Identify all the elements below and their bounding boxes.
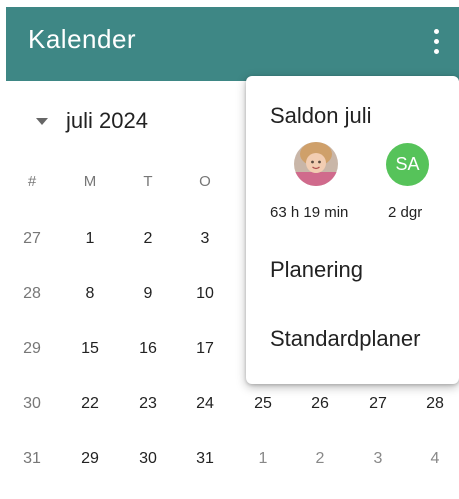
day-cell[interactable]: 23 bbox=[128, 395, 168, 413]
day-cell[interactable]: 2 bbox=[128, 230, 168, 248]
day-cell[interactable]: 22 bbox=[70, 395, 110, 413]
week-number: 30 bbox=[23, 395, 41, 412]
child-photo-icon bbox=[294, 142, 338, 186]
week-number: 31 bbox=[23, 450, 41, 467]
day-cell[interactable]: 25 bbox=[243, 395, 283, 413]
day-cell[interactable]: 27 bbox=[358, 395, 398, 413]
hours-balance: 63 h 19 min bbox=[270, 204, 349, 221]
day-cell[interactable]: 3 bbox=[185, 230, 225, 248]
day-cell[interactable]: 10 bbox=[185, 285, 225, 303]
more-vert-icon[interactable] bbox=[425, 25, 447, 59]
day-cell[interactable]: 15 bbox=[70, 340, 110, 358]
avatar[interactable]: SA bbox=[386, 143, 429, 186]
day-cell[interactable]: 8 bbox=[70, 285, 110, 303]
menu-item-standardplaner[interactable]: Standardplaner bbox=[270, 326, 420, 352]
day-cell-next-month[interactable]: 1 bbox=[243, 450, 283, 468]
weekday-header-wednesday: O bbox=[199, 173, 211, 190]
day-cell[interactable]: 17 bbox=[185, 340, 225, 358]
month-selector[interactable]: juli 2024 bbox=[36, 106, 148, 136]
app-bar: Kalender bbox=[6, 7, 459, 81]
month-label: juli 2024 bbox=[66, 108, 148, 133]
day-cell[interactable]: 29 bbox=[70, 450, 110, 468]
days-balance: 2 dgr bbox=[388, 204, 423, 221]
week-number: 27 bbox=[23, 230, 41, 247]
week-number: 28 bbox=[23, 285, 41, 302]
day-cell-next-month[interactable]: 4 bbox=[415, 450, 455, 468]
day-cell[interactable]: 28 bbox=[415, 395, 455, 413]
day-cell[interactable]: 31 bbox=[185, 450, 225, 468]
week-number: 29 bbox=[23, 340, 41, 357]
day-cell[interactable]: 30 bbox=[128, 450, 168, 468]
caret-down-icon[interactable] bbox=[36, 117, 48, 125]
app-title: Kalender bbox=[28, 24, 137, 54]
menu-item-planering[interactable]: Planering bbox=[270, 257, 363, 283]
overflow-menu-popup: Saldon juli SA 63 h 19 min 2 dgr Planeri… bbox=[246, 76, 459, 384]
day-cell[interactable]: 26 bbox=[300, 395, 340, 413]
day-cell[interactable]: 1 bbox=[70, 230, 110, 248]
day-cell-next-month[interactable]: 2 bbox=[300, 450, 340, 468]
balance-title: Saldon juli bbox=[270, 103, 372, 128]
day-cell[interactable]: 16 bbox=[128, 340, 168, 358]
day-cell[interactable]: 9 bbox=[128, 285, 168, 303]
week-number-header: # bbox=[27, 173, 37, 190]
weekday-header-monday: M bbox=[83, 173, 97, 190]
avatar[interactable] bbox=[294, 142, 338, 186]
day-cell[interactable]: 24 bbox=[185, 395, 225, 413]
day-cell-next-month[interactable]: 3 bbox=[358, 450, 398, 468]
weekday-header-tuesday: T bbox=[143, 173, 153, 190]
